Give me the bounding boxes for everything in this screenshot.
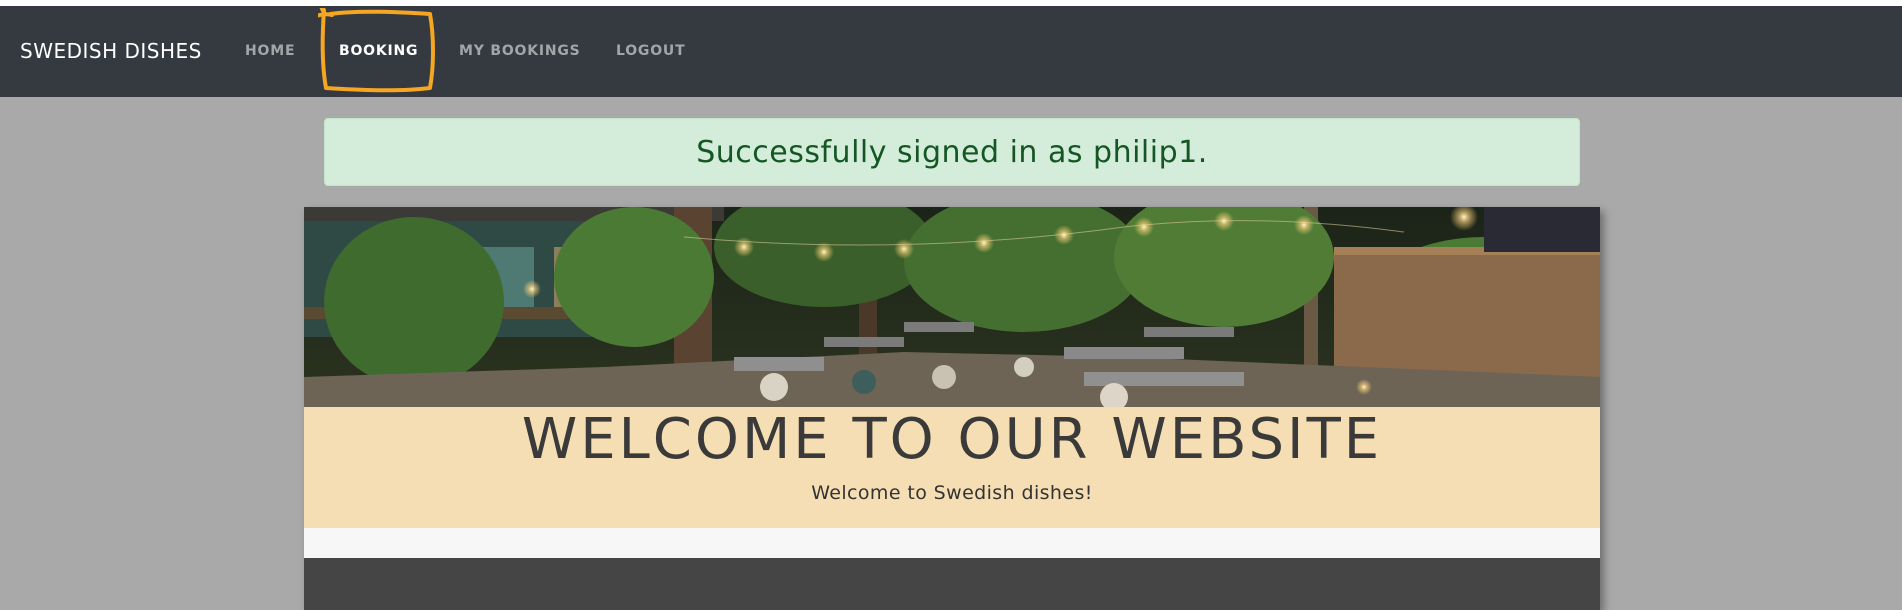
success-alert: Successfully signed in as philip1. [324, 118, 1580, 186]
navbar: SWEDISH DISHES HOME BOOKING MY BOOKINGS … [0, 6, 1902, 97]
alert-message: Successfully signed in as philip1. [696, 134, 1208, 170]
section-divider [304, 528, 1600, 558]
nav-booking[interactable]: BOOKING [339, 43, 418, 59]
hero-image [304, 207, 1600, 407]
nav-home[interactable]: HOME [245, 43, 295, 59]
welcome-title: WELCOME TO OUR WEBSITE [521, 407, 1383, 472]
welcome-subtitle: Welcome to Swedish dishes! [811, 482, 1093, 504]
nav-logout[interactable]: LOGOUT [616, 43, 685, 59]
dark-section [304, 558, 1600, 610]
brand-logo[interactable]: SWEDISH DISHES [20, 39, 202, 63]
welcome-panel: WELCOME TO OUR WEBSITE Welcome to Swedis… [304, 407, 1600, 528]
content-card: WELCOME TO OUR WEBSITE Welcome to Swedis… [304, 207, 1600, 610]
nav-my-bookings[interactable]: MY BOOKINGS [459, 43, 581, 59]
